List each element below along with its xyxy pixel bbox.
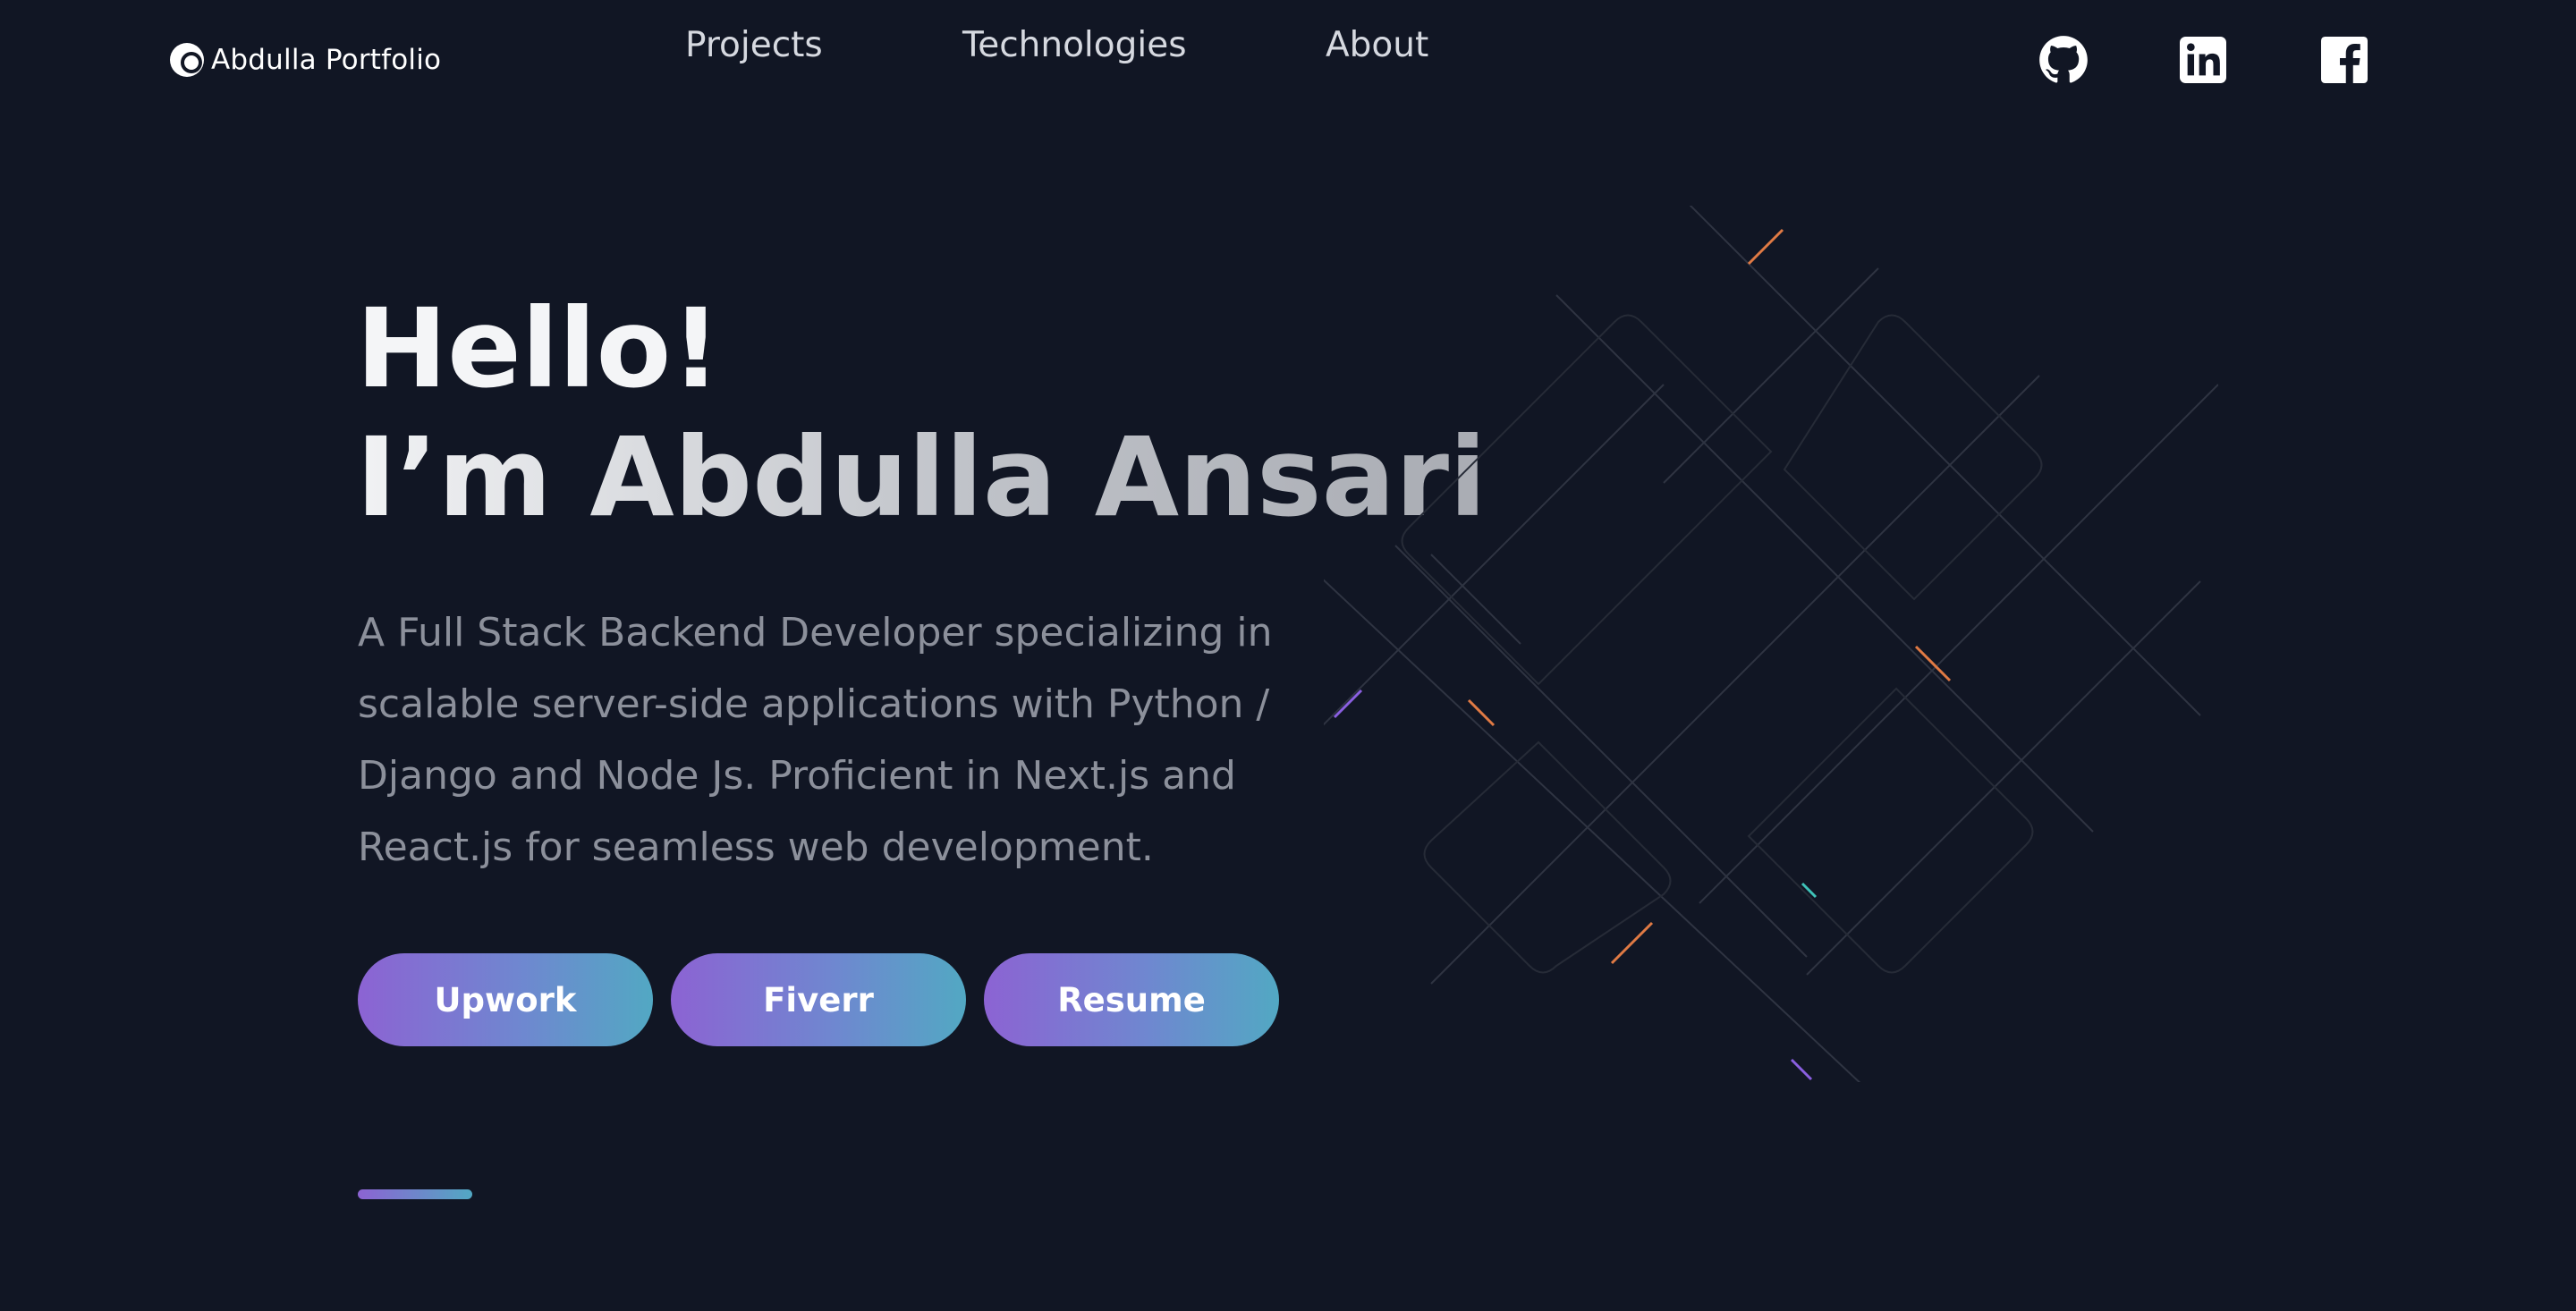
decorative-gradient-bar [358,1189,472,1199]
facebook-link[interactable] [2318,36,2370,88]
hero-heading: Hello! I’m Abdulla Ansari [356,284,1487,542]
nav-item-about[interactable]: About [1326,25,1428,65]
logo-text: Abdulla Portfolio [211,44,442,76]
linkedin-link[interactable] [2177,36,2229,88]
site-logo[interactable]: Abdulla Portfolio [168,41,441,79]
github-icon [2038,35,2089,89]
portfolio-page: Abdulla Portfolio Projects Technologies … [0,0,2576,1311]
linkedin-icon [2180,37,2226,87]
resume-button[interactable]: Resume [984,953,1279,1046]
fiverr-button[interactable]: Fiverr [671,953,966,1046]
facebook-icon [2321,37,2368,87]
hero-greeting: Hello! [356,285,721,412]
hero-buttons: Upwork Fiverr Resume [358,953,1279,1046]
nav-item-technologies[interactable]: Technologies [962,25,1187,65]
hero-name: I’m Abdulla Ansari [356,414,1487,541]
background-grid-graphic [1287,196,2219,1101]
nav-item-projects[interactable]: Projects [685,25,823,65]
hero-description: A Full Stack Backend Developer specializ… [358,610,1273,870]
github-link[interactable] [2038,36,2089,88]
portfolio-logo-icon [168,41,206,79]
upwork-button[interactable]: Upwork [358,953,653,1046]
